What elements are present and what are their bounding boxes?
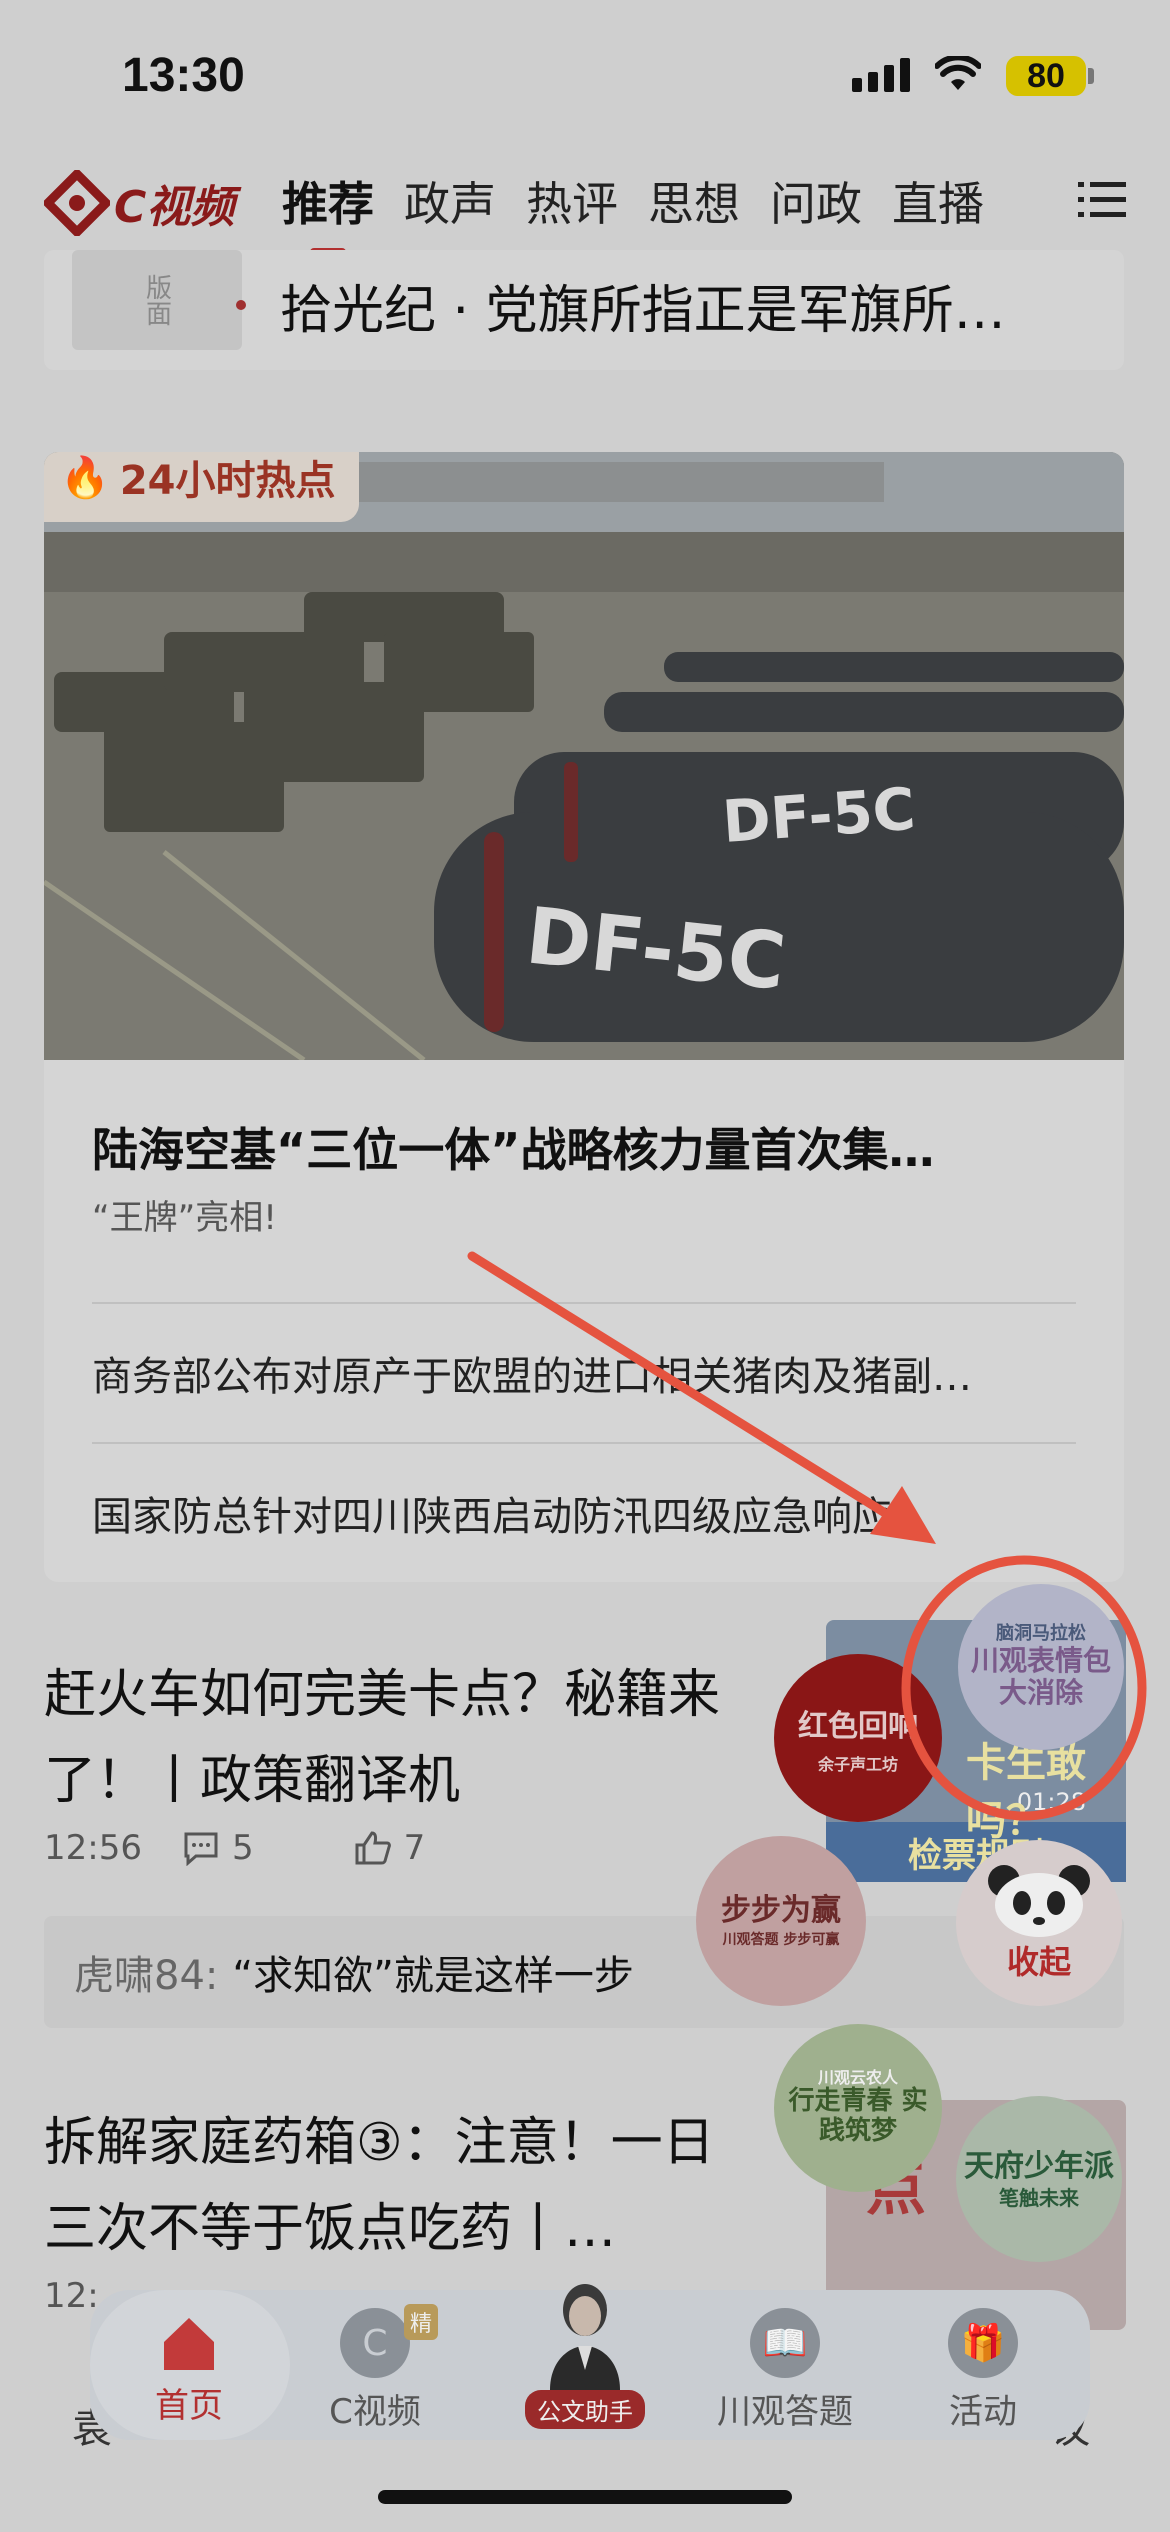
red-echo-sublabel: 余子声工坊 xyxy=(817,1755,898,1774)
collapse-panda-button[interactable]: 收起 xyxy=(956,1840,1122,2006)
tab-home[interactable]: 首页 xyxy=(114,2308,264,2427)
comment-count[interactable]: 5 xyxy=(182,1828,254,1868)
tab-activity[interactable]: 🎁 活动 xyxy=(908,2308,1058,2433)
brief-headline[interactable]: 拾光纪 · 党旗所指正是军旗所… xyxy=(280,268,1110,343)
status-time: 13:30 xyxy=(122,49,245,102)
home-icon xyxy=(164,2318,214,2370)
wifi-icon xyxy=(935,56,981,90)
book-icon: 📖 xyxy=(750,2308,820,2378)
highlight-circle xyxy=(901,1555,1147,1821)
tab-assistant-label: 公文助手 xyxy=(525,2390,645,2429)
hot-headline[interactable]: 陆海空基“三位一体”战略核力量首次集… xyxy=(92,1114,1092,1180)
youth-practice-activity-button[interactable]: 川观云农人 行走青春 实践筑梦 xyxy=(774,2024,942,2192)
tianfu-activity-sublabel: 笔触未来 xyxy=(999,2185,1079,2210)
missile-parade-photo[interactable]: DF-5C DF-5C 🔥 24小时热点 xyxy=(44,452,1124,1060)
tab-live[interactable]: 直播 xyxy=(892,168,984,234)
article-title[interactable]: 拆解家庭药箱③：注意！一日三次不等于饭点吃药丨… xyxy=(44,2100,744,2272)
tab-zhengsheng[interactable]: 政声 xyxy=(404,168,496,234)
assistant-avatar xyxy=(550,2284,620,2390)
gift-icon: 🎁 xyxy=(948,2308,1018,2378)
step-to-win-activity-button[interactable]: 步步为赢 川观答题 步步可赢 xyxy=(696,1836,866,2006)
app-logo[interactable]: C视频 xyxy=(44,170,234,236)
tab-hot-comment[interactable]: 热评 xyxy=(526,168,618,234)
annotation-arrow xyxy=(467,1251,936,1544)
step-activity-sublabel: 川观答题 步步可赢 xyxy=(722,1931,840,1948)
c-video-icon: C xyxy=(340,2308,410,2378)
menu-icon[interactable] xyxy=(1078,180,1126,220)
home-indicator[interactable] xyxy=(378,2490,792,2504)
tianfu-youth-activity-button[interactable]: 天府少年派 笔触未来 xyxy=(956,2096,1122,2262)
battery-tip xyxy=(1088,68,1094,84)
tab-home-label: 首页 xyxy=(155,2386,223,2426)
youth-activity-top: 川观云农人 xyxy=(817,2067,898,2087)
channel-tabs: 推荐 政声 热评 思想 问政 直播 xyxy=(282,168,984,256)
tab-thought[interactable]: 思想 xyxy=(648,168,740,234)
article-time: 12: xyxy=(44,2276,99,2316)
tab-wenzheng[interactable]: 问政 xyxy=(770,168,862,234)
panda-icon xyxy=(988,1865,1090,1937)
comment-username: 虎啸84: xyxy=(74,1953,219,1999)
battery-indicator: 80 xyxy=(1006,56,1086,96)
newspaper-brief-card[interactable]: 版面 拾光纪 · 党旗所指正是军旗所… xyxy=(44,250,1124,370)
tab-quiz-label: 川观答题 xyxy=(717,2392,853,2432)
collapse-label: 收起 xyxy=(1006,1943,1071,1981)
youth-activity-label: 行走青春 实践筑梦 xyxy=(788,2086,928,2147)
tab-assistant[interactable]: 公文助手 xyxy=(510,2280,660,2429)
step-activity-label: 步步为赢 xyxy=(721,1892,841,1928)
comment-icon xyxy=(184,1832,218,1866)
article-title[interactable]: 赶火车如何完美卡点？秘籍来了！丨政策翻译机 xyxy=(44,1652,744,1824)
tab-c-video[interactable]: C C视频 精 xyxy=(300,2304,450,2433)
fire-icon: 🔥 xyxy=(60,454,110,501)
tianfu-activity-label: 天府少年派 xyxy=(964,2148,1114,2184)
newspaper-thumbnail: 版面 xyxy=(72,250,242,350)
c-video-logo-icon xyxy=(44,170,110,236)
parade-illustration: DF-5C DF-5C xyxy=(44,452,1124,1060)
status-bar: 13:30 80 xyxy=(0,0,1170,150)
app-logo-text: C视频 xyxy=(114,182,235,233)
bullet-dot xyxy=(236,300,246,310)
comment-count-value: 5 xyxy=(231,1828,254,1868)
like-count-value: 7 xyxy=(403,1828,426,1868)
cellular-signal-icon xyxy=(852,58,910,92)
hot-badge-label: 24小时热点 xyxy=(119,458,336,504)
hot-subtitle: “王牌”亮相! xyxy=(92,1198,277,1238)
thumbs-up-icon xyxy=(355,1831,391,1865)
tab-quiz[interactable]: 📖 川观答题 xyxy=(710,2308,860,2433)
bottom-tab-bar: 首页 C C视频 精 公文助手 📖 川观答题 🎁 活动 xyxy=(90,2284,1090,2440)
featured-badge: 精 xyxy=(404,2304,439,2340)
comment-text: “求知欲”就是这样一步 xyxy=(232,1953,634,1999)
tab-activity-label: 活动 xyxy=(949,2392,1017,2432)
like-count[interactable]: 7 xyxy=(354,1828,426,1868)
tab-c-video-label: C视频 xyxy=(329,2392,421,2432)
article-time: 12:56 xyxy=(44,1828,142,1868)
tab-recommend[interactable]: 推荐 xyxy=(282,168,374,256)
hot-badge: 🔥 24小时热点 xyxy=(44,452,360,522)
missile-label-rear: DF-5C xyxy=(720,775,917,856)
